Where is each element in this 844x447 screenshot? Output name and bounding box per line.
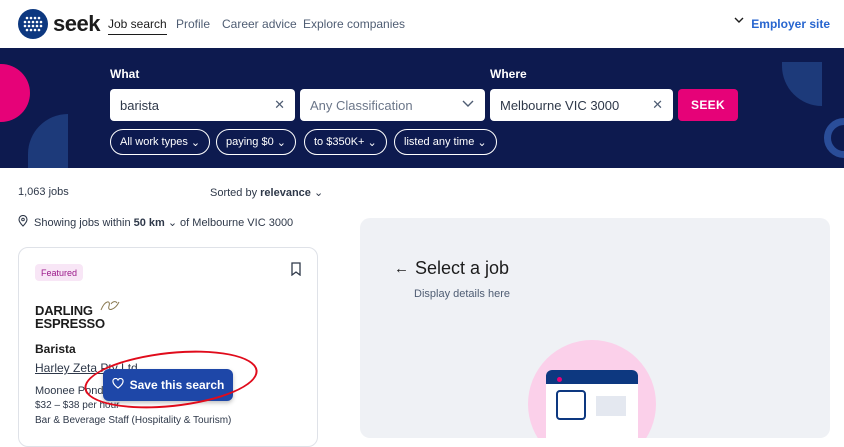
keyword-input[interactable]: barista ✕ — [110, 89, 295, 121]
filter-label: paying $0 — [226, 136, 274, 148]
seek-search-button[interactable]: SEEK — [678, 89, 738, 121]
showing-prefix: Showing jobs within — [34, 216, 131, 229]
chevron-down-icon — [461, 96, 475, 113]
chevron-down-icon[interactable]: ⌄ — [168, 216, 177, 229]
filter-pay-max[interactable]: to $350K+ ⌄ — [304, 129, 387, 155]
decor-shape — [782, 62, 822, 106]
filter-pay-min[interactable]: paying $0 ⌄ — [216, 129, 296, 155]
decor-ring — [824, 118, 844, 158]
select-job-heading: ← Select a job — [394, 258, 509, 279]
select-job-text: Select a job — [415, 258, 510, 278]
classification-placeholder: Any Classification — [310, 97, 413, 113]
illustration-dot — [557, 377, 562, 382]
logo-text: seek — [53, 11, 100, 36]
filter-listed-time[interactable]: listed any time ⌄ — [394, 129, 497, 155]
sort-value: relevance — [260, 187, 311, 199]
seek-logo-icon — [18, 9, 48, 39]
nav-career-advice[interactable]: Career advice — [222, 17, 297, 31]
featured-badge: Featured — [35, 264, 84, 281]
nav-explore-companies[interactable]: Explore companies — [303, 17, 405, 31]
filter-label: listed any time — [404, 136, 475, 148]
clear-keyword-icon[interactable]: ✕ — [274, 97, 285, 113]
sort-control[interactable]: Sorted by relevance ⌄ — [210, 186, 323, 199]
filter-label: All work types — [120, 136, 188, 148]
keyword-value: barista — [120, 97, 160, 113]
bookmark-icon[interactable] — [290, 262, 302, 277]
location-value: Melbourne VIC 3000 — [500, 97, 620, 113]
nav-job-search[interactable]: Job search — [108, 17, 167, 35]
job-card[interactable]: Featured DARLING ESPRESSO Barista Harley… — [18, 247, 318, 447]
where-label: Where — [490, 67, 527, 81]
chevron-down-icon: ⌄ — [276, 136, 286, 149]
decor-shape — [28, 114, 68, 168]
filter-label: to $350K+ — [314, 136, 365, 148]
showing-suffix: of Melbourne VIC 3000 — [180, 216, 294, 229]
filter-work-types[interactable]: All work types ⌄ — [110, 129, 211, 155]
job-detail-panel: ← Select a job Display details here — [360, 218, 830, 438]
location-pin-icon — [18, 214, 28, 230]
what-label: What — [110, 67, 140, 81]
arrow-left-icon: ← — [394, 260, 409, 277]
detail-subtext: Display details here — [414, 288, 510, 300]
job-title[interactable]: Barista — [35, 342, 76, 356]
illustration-block — [596, 396, 626, 416]
clear-location-icon[interactable]: ✕ — [652, 97, 663, 113]
decor-circle — [0, 64, 30, 122]
radius-select[interactable]: 50 km — [134, 217, 165, 229]
job-category[interactable]: Bar & Beverage Staff (Hospitality & Tour… — [35, 415, 231, 426]
location-input[interactable]: Melbourne VIC 3000 ✕ — [490, 89, 673, 121]
search-band: What Where barista ✕ Any Classification … — [0, 48, 844, 168]
radius-info: Showing jobs within 50 km ⌄ of Melbourne… — [18, 214, 294, 230]
job-count: 1,063 jobs — [18, 186, 69, 198]
classification-select[interactable]: Any Classification — [300, 89, 485, 121]
chevron-down-icon: ⌄ — [477, 136, 487, 149]
chevron-down-icon: ⌄ — [190, 136, 201, 149]
nav-profile[interactable]: Profile — [176, 17, 210, 31]
chevron-down-icon: ⌄ — [367, 136, 377, 149]
illustration-document-icon — [556, 390, 586, 420]
employer-site-link[interactable]: Employer site — [751, 17, 830, 31]
chevron-down-icon[interactable] — [733, 14, 745, 29]
seek-logo[interactable]: seek — [18, 9, 100, 39]
company-logo-line2: ESPRESSO — [35, 316, 105, 331]
sort-prefix: Sorted by — [210, 187, 258, 199]
top-nav: seek Job search Profile Career advice Ex… — [0, 0, 844, 48]
chevron-down-icon: ⌄ — [313, 187, 324, 199]
